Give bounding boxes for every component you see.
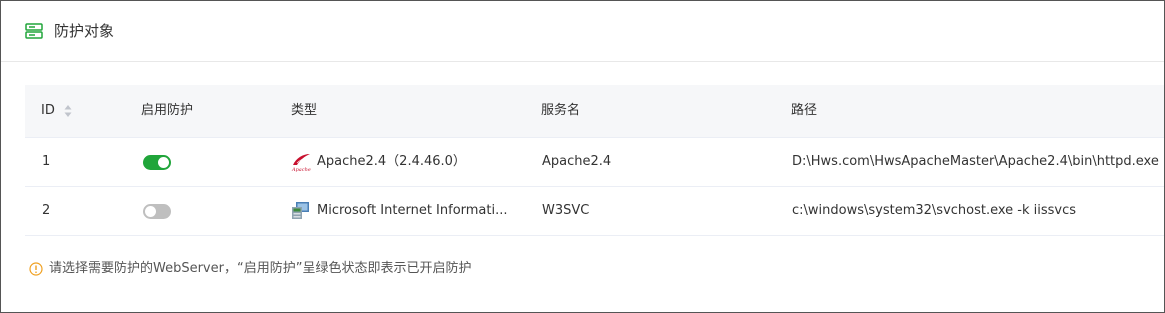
- toggle-knob: [158, 157, 169, 168]
- column-header-service: 服务名: [541, 103, 581, 118]
- protection-toggle[interactable]: [143, 155, 171, 170]
- svg-text:Apache: Apache: [291, 167, 311, 172]
- notice: 请选择需要防护的WebServer，“启用防护”呈绿色状态即表示已开启防护: [29, 260, 471, 278]
- column-header-path: 路径: [791, 103, 818, 118]
- table-header: ID 启用防护 类型 服务名 路径: [25, 85, 1164, 138]
- row-type: Apache2.4（2.4.46.0）: [317, 154, 466, 169]
- apache-feather-icon: Apache: [291, 154, 311, 172]
- protection-table: ID 启用防护 类型 服务名 路径 1 Apache Apache2.4（2.4…: [25, 85, 1164, 236]
- iis-icon: [292, 202, 309, 219]
- notice-text: 请选择需要防护的WebServer，“启用防护”呈绿色状态即表示已开启防护: [49, 261, 472, 276]
- protection-toggle[interactable]: [143, 204, 171, 219]
- column-header-id[interactable]: ID: [41, 102, 55, 120]
- row-id: 2: [42, 203, 51, 218]
- row-service: W3SVC: [542, 203, 590, 218]
- info-circle-icon: [29, 262, 43, 276]
- panel-title: 防护对象: [54, 22, 115, 40]
- sort-icon[interactable]: [64, 104, 72, 118]
- row-path: D:\Hws.com\HwsApacheMaster\Apache2.4\bin…: [792, 154, 1159, 169]
- row-path: c:\windows\system32\svchost.exe -k iissv…: [792, 203, 1077, 218]
- table-row: 1 Apache Apache2.4（2.4.46.0） Apache2.4 D…: [25, 138, 1164, 187]
- table-row: 2 Microsoft Internet Informati... W3SVC …: [25, 187, 1164, 236]
- row-type: Microsoft Internet Informati...: [317, 203, 508, 218]
- protection-panel: 防护对象 ID 启用防护 类型 服务名 路径 1 Apache Apache2.: [0, 0, 1165, 313]
- server-icon: [25, 23, 43, 39]
- row-id: 1: [42, 154, 51, 169]
- column-header-type: 类型: [291, 103, 318, 118]
- row-service: Apache2.4: [542, 154, 612, 169]
- column-header-enabled: 启用防护: [141, 103, 194, 118]
- toggle-knob: [145, 206, 156, 217]
- panel-header: 防护对象: [1, 1, 1164, 62]
